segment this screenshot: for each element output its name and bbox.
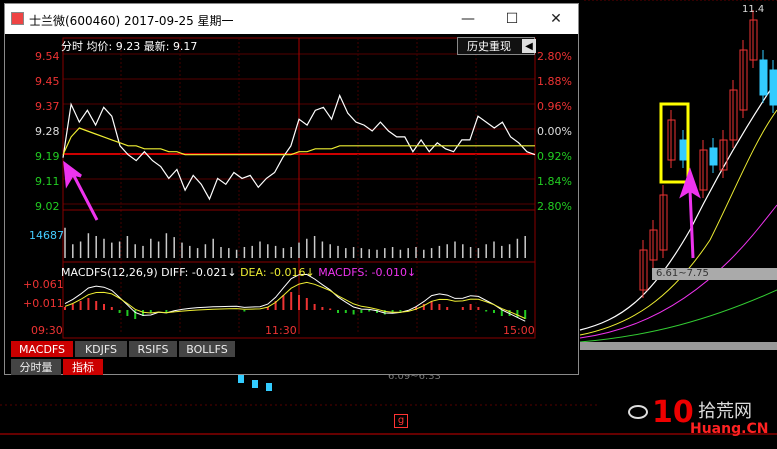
price-label-1: 9.45 bbox=[35, 75, 60, 88]
macd-macdfs: MACDFS: -0.010↓ bbox=[318, 266, 417, 279]
volume-label: 14687 bbox=[29, 229, 64, 242]
pct-label-0: 2.80% bbox=[537, 50, 572, 63]
minimize-button[interactable]: — bbox=[446, 4, 490, 34]
annotation-arrow bbox=[63, 160, 99, 221]
watermark-sub: Huang.CN bbox=[690, 421, 769, 437]
watermark-logo: 10 bbox=[652, 395, 694, 430]
tab-indicator[interactable]: 指标 bbox=[63, 359, 103, 375]
header-label: 分时 bbox=[61, 40, 83, 53]
window-title: 士兰微(600460) 2017-09-25 星期一 bbox=[29, 14, 234, 28]
macd-dea: DEA: -0.016↓ bbox=[240, 266, 315, 279]
chart-header: 分时 均价: 9.23 最新: 9.17 bbox=[61, 38, 197, 54]
pct-label-6: 2.80% bbox=[537, 200, 572, 213]
pct-label-2: 0.96% bbox=[537, 100, 572, 113]
bg-date-badge: g bbox=[394, 414, 408, 428]
macd-axis-mid: +0.011 bbox=[23, 297, 64, 310]
bg-candle-body bbox=[769, 69, 777, 106]
tab-kdjfs[interactable]: KDJFS bbox=[75, 341, 127, 357]
price-label-3: 9.28 bbox=[35, 125, 60, 138]
price-label-4: 9.19 bbox=[35, 150, 60, 163]
tab-bollfs[interactable]: BOLLFS bbox=[179, 341, 235, 357]
price-label-0: 9.54 bbox=[35, 50, 60, 63]
time-label-close: 15:00 bbox=[503, 324, 535, 337]
macd-axis-top: +0.061 bbox=[23, 278, 64, 291]
watermark-text: 拾荒网 bbox=[698, 401, 752, 422]
macd-diff: DIFF: -0.021↓ bbox=[161, 266, 237, 279]
tab-volume[interactable]: 分时量 bbox=[11, 359, 61, 375]
price-label-5: 9.11 bbox=[35, 175, 60, 188]
macd-header: MACDFS(12,26,9) DIFF: -0.021↓ DEA: -0.01… bbox=[61, 266, 416, 279]
pct-label-4: 0.92% bbox=[537, 150, 572, 163]
bg-candle-body bbox=[679, 139, 688, 161]
bg-small-candle bbox=[238, 375, 244, 383]
bg-ma-green bbox=[579, 289, 777, 343]
replay-label: 历史重现 bbox=[467, 40, 511, 53]
pct-label-3: 0.00% bbox=[537, 125, 572, 138]
wechat-icon bbox=[628, 405, 648, 419]
avg-label: 均价: bbox=[86, 40, 113, 53]
price-label-2: 9.37 bbox=[35, 100, 60, 113]
bg-small-candle bbox=[266, 383, 272, 391]
bg-range-label-1: 6.61~7.75 bbox=[652, 268, 777, 280]
bg-price-top: 11.4 bbox=[742, 4, 765, 15]
pct-label-1: 1.88% bbox=[537, 75, 572, 88]
maximize-button[interactable]: ☐ bbox=[490, 4, 534, 34]
tab-rsifs[interactable]: RSIFS bbox=[129, 341, 177, 357]
latest-label: 最新: bbox=[143, 40, 170, 53]
bg-arrow bbox=[679, 167, 701, 259]
price-label-6: 9.02 bbox=[35, 200, 60, 213]
intraday-chart bbox=[62, 37, 536, 339]
tab-macdfs[interactable]: MACDFS bbox=[11, 341, 73, 357]
macd-diff-line bbox=[64, 273, 526, 322]
avg-value: 9.23 bbox=[115, 40, 141, 53]
bg-ma-white bbox=[579, 79, 777, 331]
latest-value: 9.17 bbox=[172, 40, 198, 53]
bg-small-candle bbox=[252, 380, 258, 388]
bg-candle-body bbox=[759, 59, 768, 96]
app-icon bbox=[11, 12, 24, 25]
bg-grey-bar bbox=[580, 342, 777, 350]
intraday-popup-window[interactable]: 士兰微(600460) 2017-09-25 星期一 — ☐ ✕ 分时 均价: … bbox=[4, 3, 579, 375]
macd-dea-line bbox=[64, 281, 526, 319]
time-label-open: 09:30 bbox=[31, 324, 63, 337]
pct-label-5: 1.84% bbox=[537, 175, 572, 188]
bg-candle-body bbox=[709, 147, 718, 166]
time-label-mid: 11:30 bbox=[265, 324, 297, 337]
window-titlebar[interactable]: 士兰微(600460) 2017-09-25 星期一 — ☐ ✕ bbox=[5, 4, 578, 34]
close-button[interactable]: ✕ bbox=[534, 4, 578, 34]
replay-arrow-icon[interactable]: ◀ bbox=[522, 39, 536, 53]
watermark: 10 拾荒网 Huang.CN bbox=[628, 395, 768, 443]
macd-title: MACDFS(12,26,9) bbox=[61, 266, 158, 279]
